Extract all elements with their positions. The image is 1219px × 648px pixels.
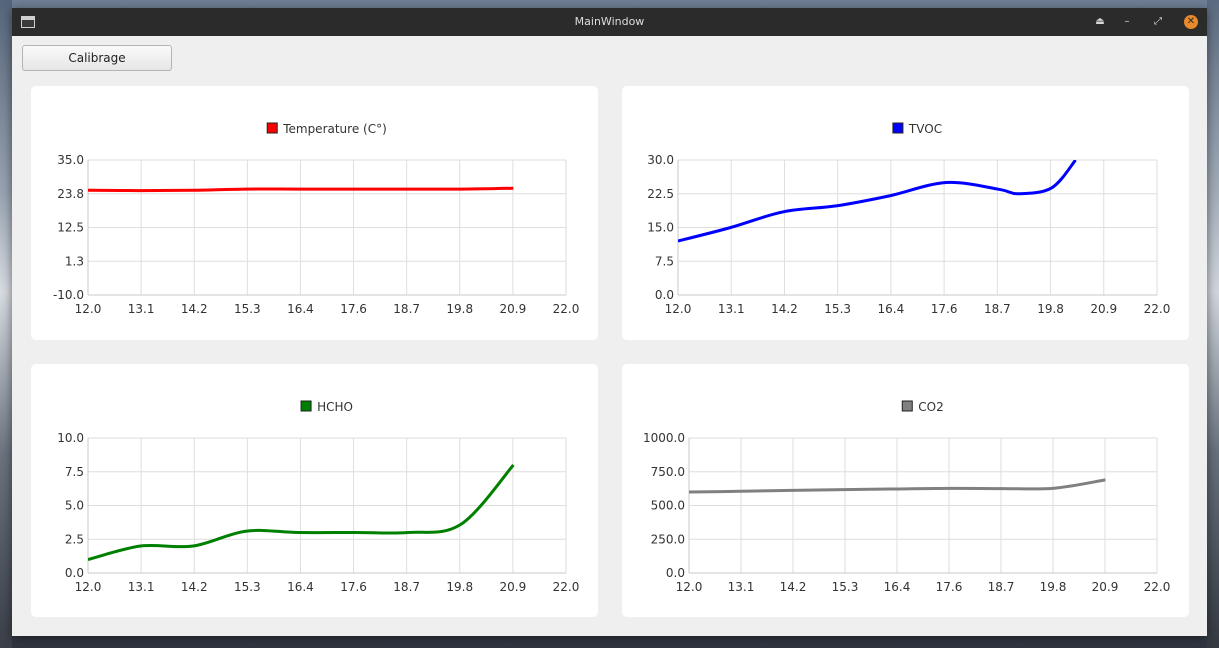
y-tick-label: 0.0 xyxy=(65,566,84,580)
x-tick-label: 22.0 xyxy=(1144,302,1171,316)
chart-panel-tvoc: 12.0 13.1 14.2 15.3 16.4 17.6 18.7 19.8 20.9 22.0… xyxy=(622,86,1189,340)
y-tick-label: 5.0 xyxy=(65,499,84,513)
y-tick-label: 7.5 xyxy=(655,254,674,268)
y-tick-label: 22.5 xyxy=(647,187,674,201)
y-tick-label: 15.0 xyxy=(647,221,674,235)
eject-icon[interactable]: ⏏ xyxy=(1091,13,1109,31)
x-tick-label: 16.4 xyxy=(878,302,905,316)
x-tick-label: 14.2 xyxy=(181,302,208,316)
desktop-background-right xyxy=(1207,0,1219,648)
chart-panel-temperature: 12.0 13.1 14.2 15.3 16.4 17.6 18.7 19.8 20.9 22.0… xyxy=(31,86,598,340)
x-tick-label: 15.3 xyxy=(234,302,261,316)
y-tick-label: 2.5 xyxy=(65,532,84,546)
x-tick-label: 18.7 xyxy=(984,302,1011,316)
x-tick-label: 15.3 xyxy=(832,580,859,594)
x-tick-label: 13.1 xyxy=(128,580,155,594)
x-tick-label: 22.0 xyxy=(553,302,580,316)
tvoc-chart: 12.0 13.1 14.2 15.3 16.4 17.6 18.7 19.8 20.9 22.0… xyxy=(647,122,1171,316)
close-button[interactable]: ✕ xyxy=(1184,15,1198,29)
hcho-chart: 12.0 13.1 14.2 15.3 16.4 17.6 18.7 19.8 20.9 22.0… xyxy=(57,400,580,594)
maximize-button[interactable]: ⤢ xyxy=(1149,13,1167,31)
x-tick-label: 15.3 xyxy=(824,302,851,316)
y-tick-label: 35.0 xyxy=(57,153,84,167)
window-title: MainWindow xyxy=(574,15,645,28)
x-tick-label: 20.9 xyxy=(500,580,527,594)
x-tick-label: 14.2 xyxy=(181,580,208,594)
legend-marker xyxy=(300,400,312,412)
x-tick-label: 15.3 xyxy=(234,580,261,594)
series-line xyxy=(678,160,1077,243)
y-tick-label: 0.0 xyxy=(666,566,685,580)
minimize-button[interactable]: – xyxy=(1118,13,1136,31)
y-tick-label: 1.3 xyxy=(65,254,84,268)
x-tick-label: 19.8 xyxy=(1037,302,1064,316)
legend-label: Temperature (C°) xyxy=(282,122,387,136)
x-tick-label: 18.7 xyxy=(393,302,420,316)
x-tick-label: 18.7 xyxy=(988,580,1015,594)
x-tick-label: 22.0 xyxy=(553,580,580,594)
legend-marker xyxy=(892,122,904,134)
x-tick-label: 17.6 xyxy=(340,302,367,316)
x-tick-label: 19.8 xyxy=(446,580,473,594)
legend-label: CO2 xyxy=(918,400,943,414)
chart-panel-hcho: 12.0 13.1 14.2 15.3 16.4 17.6 18.7 19.8 20.9 22.0… xyxy=(31,364,598,617)
y-tick-label: 30.0 xyxy=(647,153,674,167)
x-tick-label: 19.8 xyxy=(446,302,473,316)
y-tick-label: 7.5 xyxy=(65,465,84,479)
y-tick-label: 500.0 xyxy=(651,499,685,513)
temperature-chart: 12.0 13.1 14.2 15.3 16.4 17.6 18.7 19.8 20.9 22.0… xyxy=(53,122,580,316)
x-tick-label: 17.6 xyxy=(931,302,958,316)
y-tick-label: 0.0 xyxy=(655,288,674,302)
series-line xyxy=(88,186,514,193)
x-tick-label: 13.1 xyxy=(718,302,745,316)
x-tick-label: 19.8 xyxy=(1040,580,1067,594)
main-window: MainWindow ⏏ – ⤢ ✕ Calibrage 12.0 13.1 14.… xyxy=(12,8,1207,636)
x-tick-label: 20.9 xyxy=(1090,302,1117,316)
y-tick-label: -10.0 xyxy=(53,288,84,302)
x-tick-label: 13.1 xyxy=(128,302,155,316)
x-tick-label: 12.0 xyxy=(75,580,102,594)
x-tick-label: 20.9 xyxy=(500,302,527,316)
chart-panel-co2: 12.0 13.1 14.2 15.3 16.4 17.6 18.7 19.8 20.9 22.0… xyxy=(622,364,1189,617)
y-tick-label: 12.5 xyxy=(57,221,84,235)
y-tick-label: 250.0 xyxy=(651,532,685,546)
desktop-background-left xyxy=(0,0,12,648)
x-tick-label: 17.6 xyxy=(340,580,367,594)
x-tick-label: 12.0 xyxy=(75,302,102,316)
x-tick-label: 14.2 xyxy=(780,580,807,594)
legend-marker xyxy=(901,400,913,412)
x-tick-label: 22.0 xyxy=(1144,580,1171,594)
x-tick-label: 20.9 xyxy=(1092,580,1119,594)
co2-chart: 12.0 13.1 14.2 15.3 16.4 17.6 18.7 19.8 20.9 22.0… xyxy=(643,400,1171,594)
x-tick-label: 16.4 xyxy=(287,580,314,594)
legend-marker xyxy=(266,122,278,134)
x-tick-label: 16.4 xyxy=(287,302,314,316)
x-tick-label: 12.0 xyxy=(676,580,703,594)
y-tick-label: 10.0 xyxy=(57,431,84,445)
x-tick-label: 14.2 xyxy=(771,302,798,316)
x-tick-label: 17.6 xyxy=(936,580,963,594)
x-tick-label: 18.7 xyxy=(393,580,420,594)
x-tick-label: 13.1 xyxy=(728,580,755,594)
title-bar[interactable]: MainWindow ⏏ – ⤢ ✕ xyxy=(12,8,1207,36)
legend-label: TVOC xyxy=(908,122,942,136)
y-tick-label: 1000.0 xyxy=(643,431,685,445)
y-tick-label: 23.8 xyxy=(57,187,84,201)
x-tick-label: 16.4 xyxy=(884,580,911,594)
y-tick-label: 750.0 xyxy=(651,465,685,479)
legend-label: HCHO xyxy=(317,400,353,414)
calibrate-button[interactable]: Calibrage xyxy=(22,45,172,71)
x-tick-label: 12.0 xyxy=(665,302,692,316)
